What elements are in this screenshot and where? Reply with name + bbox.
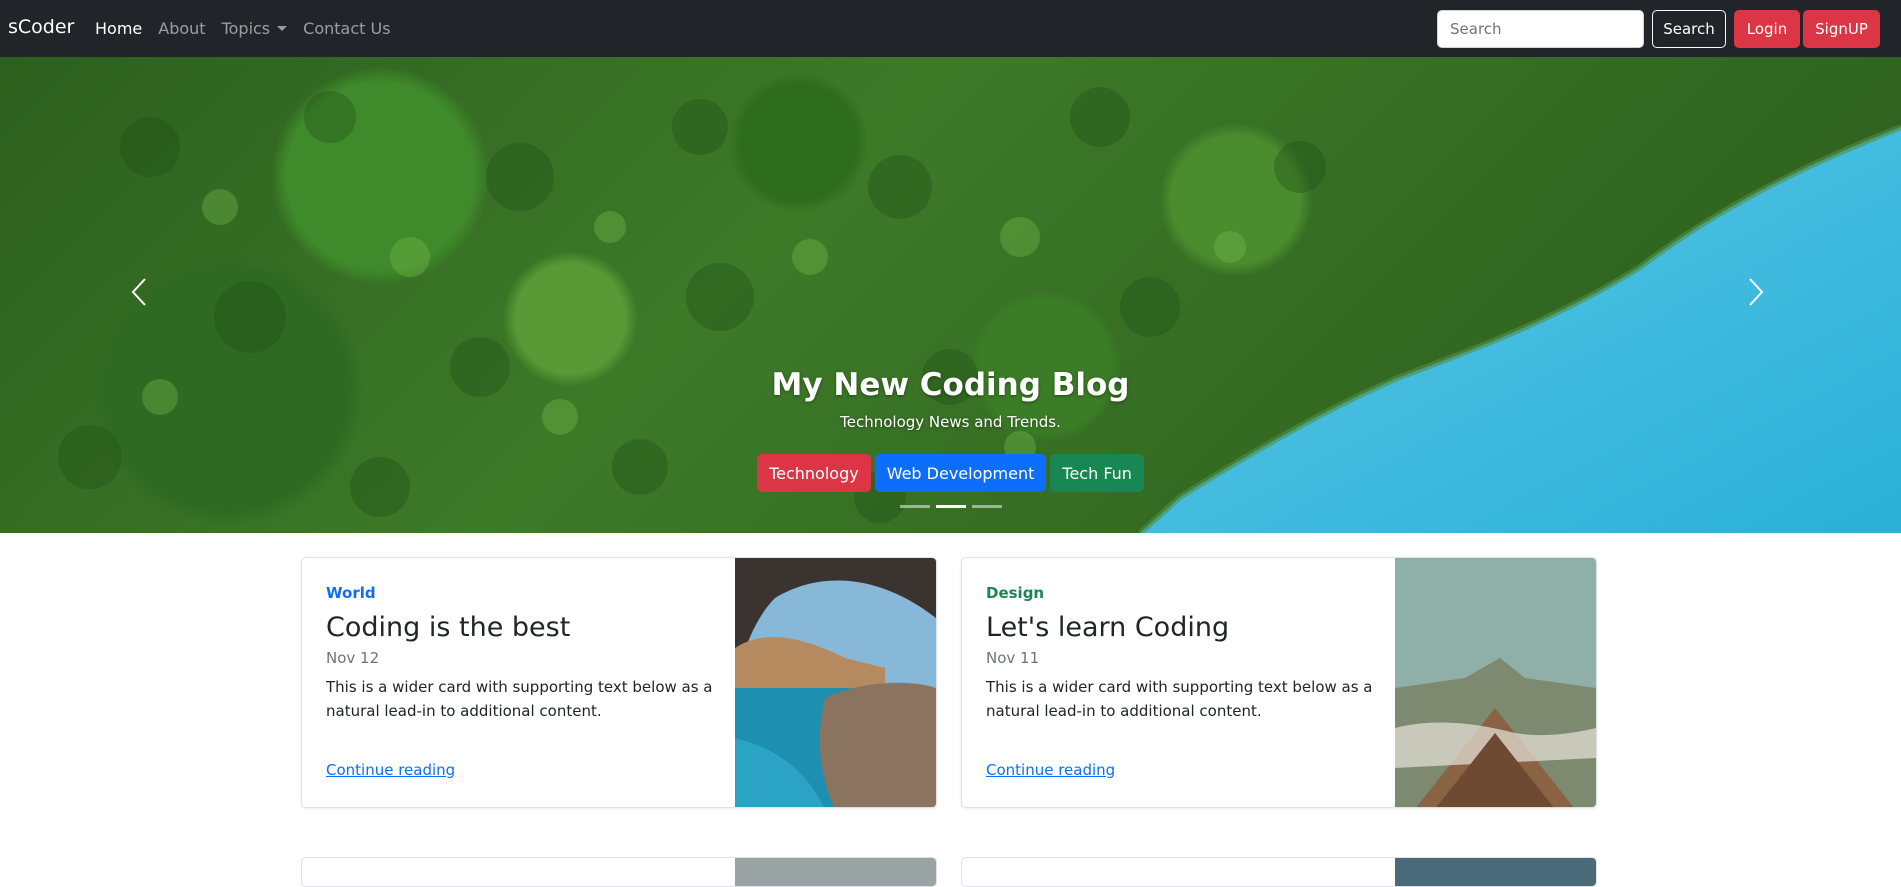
technology-button[interactable]: Technology (757, 454, 871, 492)
nav-link-about[interactable]: About (158, 19, 205, 38)
carousel-indicators (0, 505, 1901, 508)
post-date: Nov 11 (986, 649, 1040, 667)
post-card (961, 857, 1597, 887)
post-category: Design (986, 584, 1045, 602)
brand-logo[interactable]: sCoder (8, 16, 74, 38)
carousel-next-icon[interactable] (1745, 277, 1765, 307)
hero-title: My New Coding Blog (771, 367, 1130, 403)
search-input[interactable] (1437, 10, 1644, 48)
carousel-indicator[interactable] (971, 505, 1002, 508)
nav-dropdown-topics[interactable]: Topics (222, 19, 288, 38)
hero-carousel: My New Coding Blog Technology News and T… (0, 57, 1901, 533)
hero-caption: My New Coding Blog Technology News and T… (0, 367, 1901, 431)
carousel-indicator[interactable] (935, 505, 966, 508)
nav-link-topics-label: Topics (221, 19, 271, 38)
carousel-prev-icon[interactable] (130, 277, 150, 307)
nav-link-home[interactable]: Home (95, 19, 142, 38)
post-image (1395, 858, 1596, 886)
continue-reading-link[interactable]: Continue reading (986, 761, 1115, 779)
carousel-indicator[interactable] (899, 505, 930, 508)
tech-fun-button[interactable]: Tech Fun (1050, 454, 1144, 492)
nav-links: Home About Topics Contact Us (95, 19, 407, 38)
post-title: Let's learn Coding (986, 612, 1230, 643)
hero-buttons: Technology Web Development Tech Fun (0, 454, 1901, 492)
login-button[interactable]: Login (1734, 10, 1800, 48)
post-image (735, 858, 936, 886)
hero-subtitle: Technology News and Trends. (840, 413, 1061, 431)
web-development-button[interactable]: Web Development (874, 454, 1047, 492)
search-button[interactable]: Search (1652, 10, 1726, 48)
continue-reading-link[interactable]: Continue reading (326, 761, 455, 779)
post-image-volcano (1395, 558, 1596, 807)
post-excerpt: This is a wider card with supporting tex… (986, 678, 1373, 720)
post-card (301, 857, 937, 887)
post-category: World (326, 584, 376, 602)
post-card: Design Let's learn Coding Nov 11 This is… (961, 557, 1597, 808)
post-excerpt: This is a wider card with supporting tex… (326, 678, 713, 720)
nav-link-contact[interactable]: Contact Us (303, 19, 390, 38)
post-date: Nov 12 (326, 649, 380, 667)
chevron-down-icon (277, 26, 288, 31)
post-title: Coding is the best (326, 612, 571, 643)
signup-button[interactable]: SignUP (1803, 10, 1880, 48)
post-card: World Coding is the best Nov 12 This is … (301, 557, 937, 808)
post-image-sea-cliff (735, 558, 936, 807)
navbar: sCoder Home About Topics Contact Us Sear… (0, 0, 1901, 57)
